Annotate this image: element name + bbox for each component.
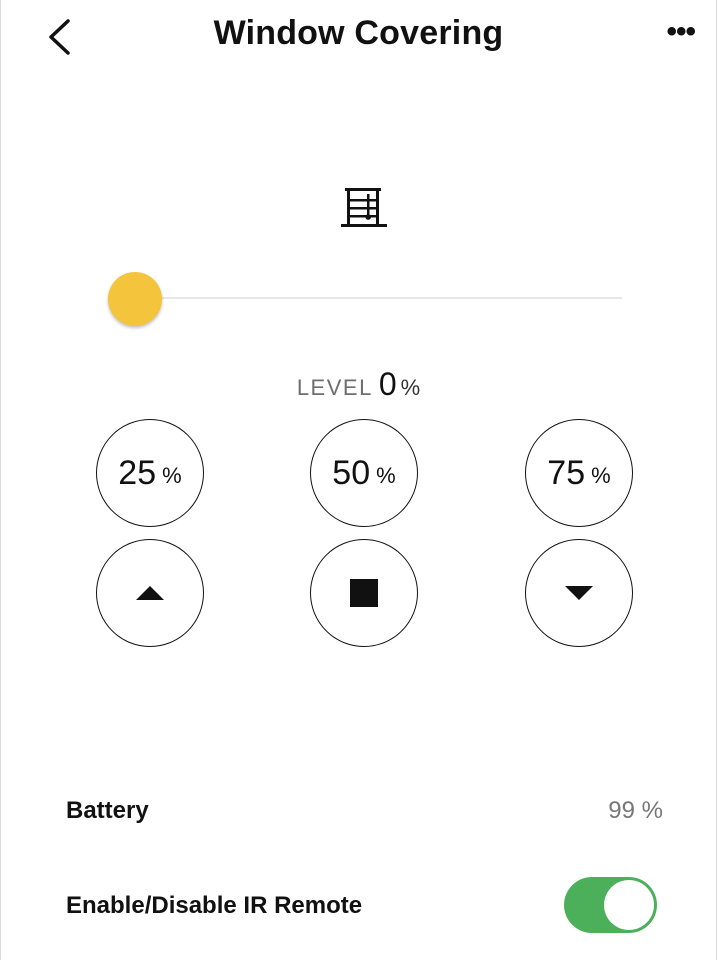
- preset-50-button[interactable]: 50%: [310, 419, 418, 527]
- level-value: 0: [378, 366, 397, 402]
- preset-25-button[interactable]: 25%: [96, 419, 204, 527]
- triangle-down-icon: [565, 586, 593, 600]
- stop-button[interactable]: [310, 539, 418, 647]
- preset-unit: %: [162, 463, 182, 488]
- more-options-button[interactable]: •••: [666, 17, 695, 47]
- triangle-up-icon: [136, 586, 164, 600]
- square-stop-icon: [350, 579, 378, 607]
- level-label: LEVEL: [296, 375, 373, 400]
- level-unit: %: [400, 375, 421, 400]
- slider-thumb[interactable]: [108, 272, 162, 326]
- preset-value: 25: [118, 453, 157, 492]
- battery-label: Battery: [66, 797, 149, 824]
- ir-remote-label: Enable/Disable IR Remote: [66, 892, 363, 919]
- toggle-knob: [604, 880, 654, 930]
- preset-75-button[interactable]: 75%: [525, 419, 633, 527]
- level-readout: LEVEL 0%: [0, 366, 717, 403]
- preset-unit: %: [376, 463, 396, 488]
- open-up-button[interactable]: [96, 539, 204, 647]
- preset-unit: %: [591, 463, 611, 488]
- battery-value: 99 %: [608, 797, 663, 824]
- preset-value: 75: [547, 453, 586, 492]
- page-title: Window Covering: [213, 14, 504, 52]
- level-slider[interactable]: [108, 270, 622, 326]
- slider-track: [128, 297, 622, 299]
- ir-remote-toggle[interactable]: [564, 877, 657, 933]
- close-down-button[interactable]: [525, 539, 633, 647]
- window-covering-icon: [341, 188, 387, 227]
- preset-value: 50: [332, 453, 371, 492]
